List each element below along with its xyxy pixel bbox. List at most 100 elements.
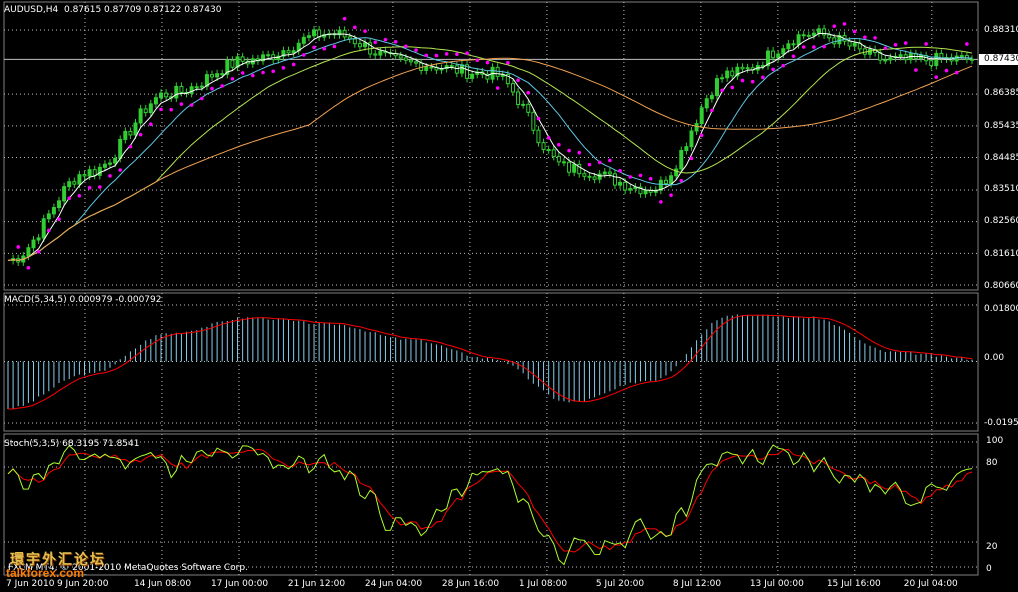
parabolic-sar-dot <box>87 185 92 190</box>
time-axis-label: 5 Jul 20:00 <box>595 579 645 589</box>
parabolic-sar-dot <box>750 79 755 84</box>
candle-body <box>852 42 857 47</box>
main-pane-header: AUDUSD,H4 0.87615 0.87709 0.87122 0.8743… <box>4 5 222 15</box>
parabolic-sar-dot <box>291 62 296 67</box>
parabolic-sar-dot <box>210 86 214 91</box>
candle-body <box>521 103 526 106</box>
stoch-axis-label: 100 <box>986 436 1004 446</box>
candle-body <box>883 59 888 62</box>
candle-body <box>133 122 138 136</box>
parabolic-sar-dot <box>842 22 847 26</box>
parabolic-sar-dot <box>648 176 653 181</box>
parabolic-sar-dot <box>689 156 694 161</box>
stoch-axis-label: 0 <box>986 564 992 574</box>
candle-body <box>159 92 164 99</box>
stoch-main-line <box>7 444 973 566</box>
candle-body <box>62 186 67 202</box>
candle-body <box>602 171 607 175</box>
parabolic-sar-dot <box>577 150 582 155</box>
parabolic-sar-dot <box>220 84 225 88</box>
parabolic-sar-dot <box>281 66 286 70</box>
candle-body <box>959 55 964 58</box>
candle-body <box>898 54 903 57</box>
macd-axis-label: 0.00 <box>984 353 1005 363</box>
parabolic-sar-dot <box>659 200 663 204</box>
candle-body <box>26 247 31 257</box>
stoch-pane-border <box>3 433 979 576</box>
candle-body <box>92 169 97 176</box>
mt4-chart-window[interactable]: AUDUSD,H4 0.87615 0.87709 0.87122 0.8743… <box>0 0 1018 592</box>
candle-body <box>709 95 714 100</box>
candle-body <box>291 50 296 54</box>
candle-body <box>572 163 577 173</box>
stoch-axis-label: 80 <box>986 458 998 468</box>
parabolic-sar-dot <box>944 68 949 73</box>
candle-body <box>123 130 128 140</box>
parabolic-sar-dot <box>332 44 337 49</box>
candle-body <box>271 54 276 61</box>
candle-body <box>408 59 413 63</box>
parabolic-sar-dot <box>322 46 327 51</box>
price-axis-label: 0.86385 <box>984 88 1018 98</box>
candle-body <box>510 83 515 93</box>
candle-body <box>546 149 551 152</box>
parabolic-sar-dot <box>485 60 490 65</box>
candle-body <box>970 58 974 61</box>
candle-body <box>41 218 46 239</box>
candle-body <box>403 57 408 61</box>
macd-signal-line <box>8 314 973 410</box>
stoch-axis-label: 20 <box>986 542 998 552</box>
parabolic-sar-dot <box>822 44 826 49</box>
candle-body <box>148 103 153 114</box>
candle-body <box>796 34 801 46</box>
candle-body <box>357 43 362 48</box>
parabolic-sar-dot <box>128 144 133 149</box>
parabolic-sar-dot <box>444 52 449 56</box>
parabolic-sar-dot <box>965 42 969 46</box>
candle-body <box>694 123 699 132</box>
parabolic-sar-dot <box>465 51 469 55</box>
parabolic-sar-dot <box>230 77 235 81</box>
parabolic-sar-dot <box>159 107 163 112</box>
parabolic-sar-dot <box>873 36 877 40</box>
candle-body <box>179 85 184 93</box>
candle-body <box>57 200 62 209</box>
parabolic-sar-dot <box>77 193 82 198</box>
parabolic-sar-dot <box>679 178 684 183</box>
parabolic-sar-dot <box>546 136 551 140</box>
candle-body <box>811 32 816 36</box>
candle-body <box>516 91 521 105</box>
candle-body <box>526 103 531 113</box>
candle-body <box>82 174 87 177</box>
candle-body <box>220 73 225 76</box>
candle-body <box>77 174 82 185</box>
candle-body <box>954 55 959 62</box>
candle-body <box>286 50 291 54</box>
candle-body <box>459 64 464 74</box>
parabolic-sar-dot <box>628 175 633 179</box>
candle-body <box>301 36 306 44</box>
candle-body <box>704 98 709 109</box>
candle-body <box>36 237 41 241</box>
parabolic-sar-dot <box>200 96 204 101</box>
parabolic-sar-dot <box>118 168 123 172</box>
candle-body <box>730 70 735 77</box>
parabolic-sar-dot <box>302 53 306 57</box>
candle-body <box>816 28 821 34</box>
candle-body <box>449 65 454 68</box>
candle-body <box>663 179 668 185</box>
parabolic-sar-dot <box>710 108 714 113</box>
parabolic-sar-dot <box>67 196 72 201</box>
price-axis-label: 0.82560 <box>984 216 1018 226</box>
candle-body <box>725 70 730 79</box>
parabolic-sar-dot <box>883 46 888 51</box>
parabolic-sar-dot <box>954 70 959 75</box>
parabolic-sar-dot <box>536 116 541 121</box>
time-axis-label: 24 Jun 04:00 <box>364 579 423 589</box>
parabolic-sar-dot <box>526 90 531 95</box>
candle-body <box>781 48 786 55</box>
parabolic-sar-dot <box>618 168 622 173</box>
candle-body <box>306 35 311 38</box>
candle-body <box>352 38 357 45</box>
candle-body <box>87 169 92 177</box>
